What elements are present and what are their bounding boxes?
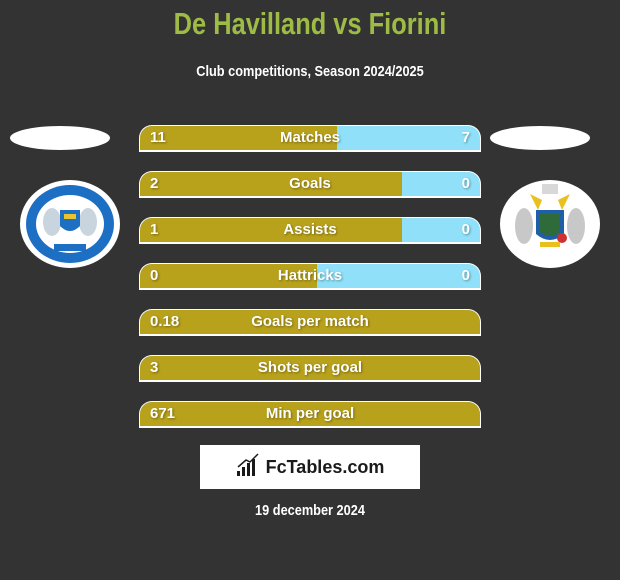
stat-label: Min per goal xyxy=(265,405,355,422)
stat-bar-goals-per-match: 0.18 Goals per match xyxy=(139,309,481,336)
stockport-crest-icon[interactable] xyxy=(500,180,600,268)
stat-bar-assists: 1 Assists 0 xyxy=(139,217,481,244)
right-value: 0 xyxy=(461,267,470,284)
fctables-logo[interactable]: FcTables.com xyxy=(200,445,420,489)
stat-label: Goals xyxy=(289,175,331,192)
right-value: 0 xyxy=(461,221,470,238)
stat-bar-hattricks: 0 Hattricks 0 xyxy=(139,263,481,290)
stat-label: Hattricks xyxy=(277,267,343,284)
stat-bar-shots-per-goal: 3 Shots per goal xyxy=(139,355,481,382)
stat-bar-goals: 2 Goals 0 xyxy=(139,171,481,198)
stat-label: Shots per goal xyxy=(257,359,363,376)
stat-label: Assists xyxy=(283,221,337,238)
peterborough-crest-icon[interactable] xyxy=(20,180,120,268)
logo-text: FcTables.com xyxy=(265,456,385,477)
stat-bar-matches: 11 Matches 7 xyxy=(139,125,481,152)
left-player-placeholder xyxy=(10,126,110,150)
date-label: 19 december 2024 xyxy=(255,502,365,519)
stat-bar-min-per-goal: 671 Min per goal xyxy=(139,401,481,428)
page-title: De Havilland vs Fiorini xyxy=(173,6,447,41)
season-subtitle: Club competitions, Season 2024/2025 xyxy=(196,63,424,80)
bar-chart-icon xyxy=(236,452,260,482)
stat-label: Goals per match xyxy=(251,313,369,330)
right-value: 7 xyxy=(461,129,470,146)
right-value: 0 xyxy=(461,175,470,192)
right-player-placeholder xyxy=(490,126,590,150)
stat-label: Matches xyxy=(279,129,341,146)
